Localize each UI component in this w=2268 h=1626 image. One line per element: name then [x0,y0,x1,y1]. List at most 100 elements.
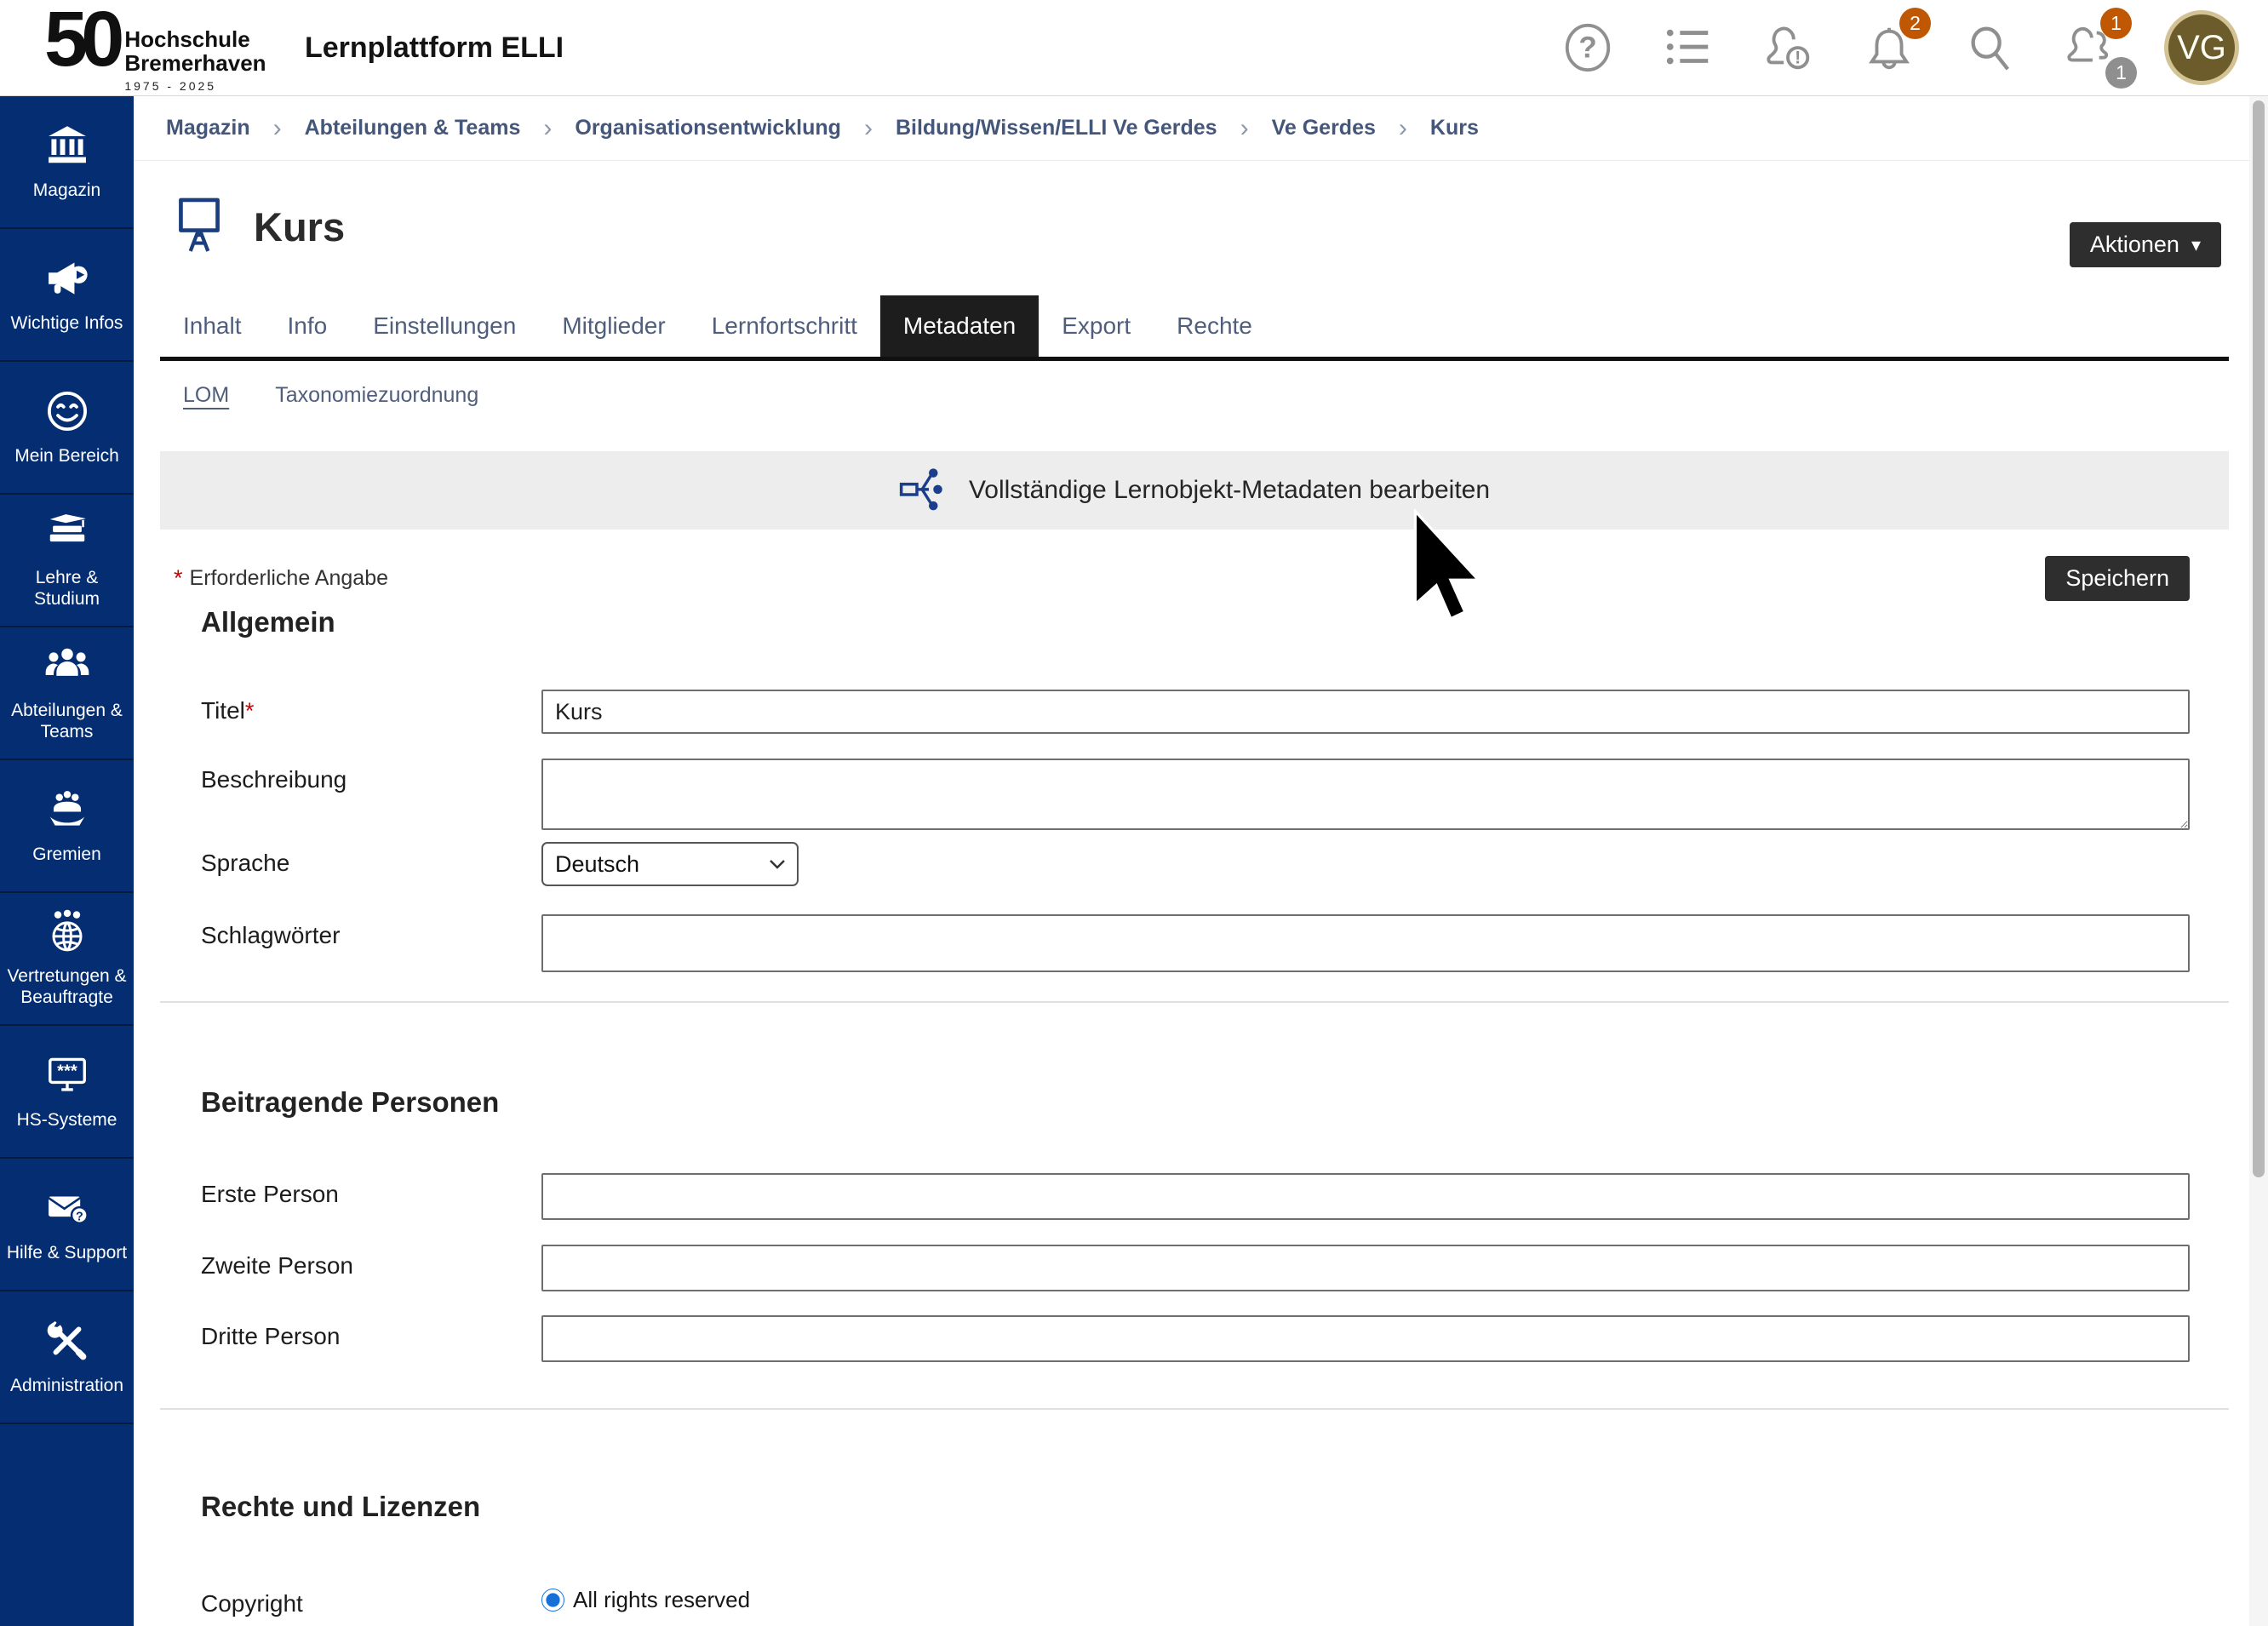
tab-mitglieder[interactable]: Mitglieder [539,295,688,357]
zweite-person-input[interactable] [541,1245,2190,1291]
smiley-icon [44,388,90,438]
svg-text:***: *** [57,1062,77,1080]
share-nodes-icon [899,465,947,517]
sidebar-item-hs-systeme[interactable]: *** HS-Systeme [0,1026,134,1159]
sidebar-item-vertretungen[interactable]: Vertretungen & Beauftragte [0,893,134,1026]
sidebar-item-label: Gremien [32,844,101,866]
actions-button[interactable]: Aktionen ▾ [2070,222,2221,267]
erste-person-input[interactable] [541,1173,2190,1220]
required-marker: * [174,565,183,592]
breadcrumb-item[interactable]: Abteilungen & Teams [305,116,521,140]
sidebar-item-label: Magazin [33,180,100,202]
subtab-taxonomiezuordnung[interactable]: Taxonomiezuordnung [275,383,478,409]
tab-einstellungen[interactable]: Einstellungen [350,295,539,357]
sidebar-item-administration[interactable]: Administration [0,1291,134,1424]
contacts-badge-new: 1 [2100,8,2132,39]
breadcrumb-item[interactable]: Kurs [1430,116,1479,140]
subtab-bar: LOM Taxonomiezuordnung [183,383,2249,409]
section-divider [160,1408,2229,1410]
field-label-zweite-person: Zweite Person [201,1245,541,1280]
tab-inhalt[interactable]: Inhalt [160,295,265,357]
sidebar-item-hilfe-support[interactable]: ? Hilfe & Support [0,1159,134,1291]
sidebar-item-label: Administration [10,1376,123,1397]
field-label-beschreibung: Beschreibung [201,759,541,793]
scrollbar-thumb[interactable] [2253,100,2265,1177]
breadcrumb-separator: › [864,114,873,143]
sidebar-item-mein-bereich[interactable]: Mein Bereich [0,362,134,495]
caret-down-icon: ▾ [2191,234,2201,256]
breadcrumb-separator: › [1240,114,1249,143]
graduation-books-icon [44,510,90,560]
breadcrumb-separator: › [273,114,282,143]
mail-question-icon: ? [44,1185,90,1235]
svg-text:!: ! [1795,47,1801,67]
search-icon[interactable] [1963,21,2016,74]
tab-rechte[interactable]: Rechte [1154,295,1275,357]
copyright-radio-label: All rights reserved [573,1587,750,1613]
sidebar-item-gremien[interactable]: Gremien [0,760,134,893]
section-heading-allgemein: Allgemein [201,606,2249,638]
logo-name-line1: Hochschule [124,28,266,51]
help-icon[interactable]: ? [1561,21,1614,74]
sidebar-item-lehre-studium[interactable]: Lehre & Studium [0,495,134,627]
tab-bar: Inhalt Info Einstellungen Mitglieder Ler… [160,295,2229,361]
tab-export[interactable]: Export [1039,295,1154,357]
sprache-select[interactable]: Deutsch [541,842,799,886]
tab-info[interactable]: Info [265,295,351,357]
required-marker: * [245,698,255,724]
notifications-bell-icon[interactable]: 2 [1863,21,1916,74]
field-label-sprache: Sprache [201,842,541,877]
main-sidebar: Magazin Wichtige Infos Mein Bereich Lehr… [0,96,134,1626]
schlagwoerter-input[interactable] [541,914,2190,972]
sidebar-item-label: Lehre & Studium [4,568,129,610]
breadcrumb-item[interactable]: Bildung/Wissen/ELLI Ve Gerdes [896,116,1217,140]
field-label-titel: Titel* [201,690,541,724]
section-heading-beitragende: Beitragende Personen [201,1086,2249,1119]
copyright-radio-all-rights-reserved[interactable] [541,1589,564,1612]
contacts-icon[interactable]: 1 1 [2064,21,2116,74]
people-group-icon [44,643,90,693]
logo-name-line2: Bremerhaven [124,52,266,75]
titel-input[interactable] [541,690,2190,734]
breadcrumb-item[interactable]: Magazin [166,116,250,140]
sidebar-item-label: Vertretungen & Beauftragte [4,966,129,1009]
subtab-lom[interactable]: LOM [183,383,229,409]
dritte-person-input[interactable] [541,1315,2190,1362]
sidebar-item-label: HS-Systeme [17,1110,117,1131]
contacts-badge-count: 1 [2105,57,2137,89]
breadcrumb-item[interactable]: Ve Gerdes [1272,116,1376,140]
sidebar-item-magazin[interactable]: Magazin [0,96,134,229]
bank-icon [44,123,90,173]
user-status-icon[interactable]: ! [1762,21,1815,74]
vertical-scrollbar [2249,96,2268,1626]
breadcrumb-separator: › [543,114,552,143]
tools-icon [44,1318,90,1368]
breadcrumb-item[interactable]: Organisationsentwicklung [575,116,841,140]
tab-metadaten[interactable]: Metadaten [880,295,1039,357]
sidebar-item-label: Wichtige Infos [11,313,123,335]
todo-list-icon[interactable] [1662,21,1715,74]
notifications-badge: 2 [1899,8,1931,39]
sidebar-item-label: Hilfe & Support [7,1243,127,1264]
breadcrumb: Magazin › Abteilungen & Teams › Organisa… [134,96,2249,161]
committee-hand-icon [44,787,90,837]
field-label-dritte-person: Dritte Person [201,1315,541,1350]
save-button[interactable]: Speichern [2045,556,2190,601]
section-heading-rechte: Rechte und Lizenzen [201,1491,2249,1523]
top-header: 50 Hochschule Bremerhaven 1975 - 2025 Le… [0,0,2268,96]
user-avatar[interactable]: VG [2164,10,2239,85]
page-title: Kurs [254,203,345,250]
section-divider [160,1001,2229,1003]
logo-years: 1975 - 2025 [124,79,266,93]
edit-full-metadata-banner[interactable]: Vollständige Lernobjekt-Metadaten bearbe… [160,451,2229,530]
sidebar-item-abteilungen-teams[interactable]: Abteilungen & Teams [0,627,134,760]
megaphone-icon [44,255,90,306]
monitor-password-icon: *** [44,1052,90,1102]
tab-lernfortschritt[interactable]: Lernfortschritt [689,295,880,357]
sidebar-item-wichtige-infos[interactable]: Wichtige Infos [0,229,134,362]
course-easel-icon [174,194,225,260]
beschreibung-textarea[interactable] [541,759,2190,830]
banner-label: Vollständige Lernobjekt-Metadaten bearbe… [969,476,1490,505]
sidebar-item-label: Mein Bereich [14,446,119,467]
main-content: Magazin › Abteilungen & Teams › Organisa… [134,96,2249,1626]
